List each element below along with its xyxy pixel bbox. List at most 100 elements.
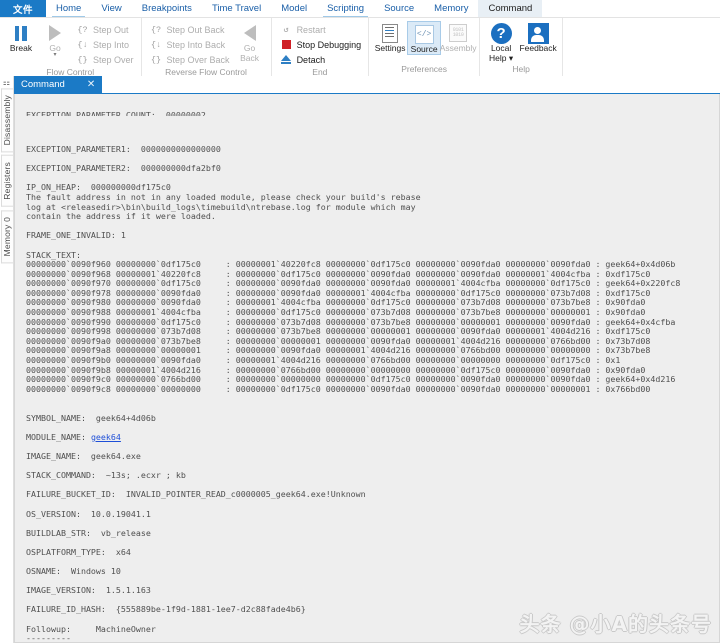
console-line: IMAGE_NAME: geek64.exe [26, 450, 141, 461]
ribbon-tab-breakpoints[interactable]: Breakpoints [132, 0, 202, 17]
go-back-label-line2: Back [240, 52, 260, 63]
assembly-binary-icon: 0101 1010 [449, 23, 468, 43]
source-button[interactable]: </> Source [407, 21, 442, 55]
workspace: ⚏ Disassembly Registers Memory 0 Command… [0, 76, 720, 643]
local-help-caret-icon[interactable]: ▾ [509, 53, 513, 63]
restart-icon: ↺ [283, 24, 289, 35]
command-output-console[interactable]: EXCEPTION_PARAMETER_COUNT: 00000002 EXCE… [14, 94, 720, 643]
document-area: Command ✕ EXCEPTION_PARAMETER_COUNT: 000… [14, 76, 720, 643]
ribbon-tab-view[interactable]: View [91, 0, 131, 17]
console-line: FAILURE_ID_HASH: {555889be-1f9d-1881-1ee… [26, 604, 306, 615]
ribbon-tab-source[interactable]: Source [374, 0, 424, 17]
debugger-window: 文件 Home View Breakpoints Time Travel Mod… [0, 0, 720, 643]
console-line: OSNAME: Windows 10 [26, 566, 121, 577]
close-icon[interactable]: ✕ [87, 79, 95, 90]
ribbon: Break Go ▾ {? Step Out {↓ Step Into {} S… [0, 18, 720, 77]
detach-label: Detach [296, 54, 326, 65]
feedback-person-icon [527, 22, 549, 44]
feedback-label: Feedback [519, 43, 557, 53]
document-tab-bar: Command ✕ [14, 76, 720, 94]
ribbon-tab-command[interactable]: Command [478, 0, 543, 17]
go-dropdown-caret-icon[interactable]: ▾ [53, 52, 56, 58]
file-menu-tab[interactable]: 文件 [0, 0, 46, 17]
restart-label: Restart [296, 24, 326, 35]
console-line: Followup: MachineOwner [26, 623, 156, 634]
ribbon-group-help: ? Local Help ▾ Feedback Help [480, 18, 564, 76]
question-mark-icon: ? [490, 22, 512, 44]
console-line: --------- [26, 633, 71, 643]
step-out-icon: {? [77, 24, 88, 35]
module-name-link[interactable]: geek64 [91, 432, 121, 442]
go-back-button[interactable]: Go Back [233, 21, 267, 63]
console-line: OS_VERSION: 10.0.19041.1 [26, 508, 151, 519]
ribbon-group-preferences: Settings </> Source 0101 1010 Assembly Pr… [369, 18, 481, 76]
module-name-label: MODULE_NAME: [26, 431, 91, 442]
stop-debugging-button[interactable]: Stop Debugging [276, 37, 365, 52]
console-line: FAILURE_BUCKET_ID: INVALID_POINTER_READ_… [26, 489, 366, 500]
console-line-module-name: MODULE_NAME: geek64 [26, 431, 719, 443]
console-lines: EXCEPTION_PARAMETER1: 0000000000000000 E… [26, 135, 719, 643]
question-glyph: ? [490, 22, 512, 44]
ribbon-tab-memory[interactable]: Memory [424, 0, 478, 17]
console-line: EXCEPTION_PARAMETER2: 000000000dfa2bf0 [26, 163, 221, 174]
console-line: IMAGE_VERSION: 1.5.1.163 [26, 585, 151, 596]
step-into-button[interactable]: {↓ Step Into [72, 37, 137, 52]
pause-icon [14, 23, 28, 43]
document-tab-command[interactable]: Command ✕ [14, 76, 103, 93]
detach-button[interactable]: Detach [276, 52, 365, 67]
stop-square-icon [279, 38, 294, 51]
ribbon-tab-bar: 文件 Home View Breakpoints Time Travel Mod… [0, 0, 720, 18]
go-button[interactable]: Go ▾ [38, 21, 72, 58]
step-out-button[interactable]: {? Step Out [72, 22, 137, 37]
eject-icon [279, 53, 294, 66]
go-back-label-line1: Go [243, 43, 256, 53]
settings-label: Settings [374, 43, 406, 53]
step-out-back-button[interactable]: {? Step Out Back [146, 22, 233, 37]
step-over-label: Step Over [93, 54, 134, 65]
break-button-label: Break [9, 43, 33, 53]
play-back-icon [243, 23, 256, 43]
ribbon-tab-model[interactable]: Model [271, 0, 317, 17]
step-over-button[interactable]: {} Step Over [72, 52, 137, 67]
local-help-button[interactable]: ? Local Help ▾ [484, 21, 518, 63]
sidebar-item-disassembly[interactable]: Disassembly [0, 88, 13, 153]
console-line: contain the address if it were loaded. [26, 211, 216, 222]
ribbon-tab-time-travel[interactable]: Time Travel [202, 0, 271, 17]
step-into-back-button[interactable]: {↓ Step Into Back [146, 37, 233, 52]
step-into-icon: {↓ [77, 39, 88, 50]
ribbon-group-flow-control: Break Go ▾ {? Step Out {↓ Step Into {} S… [0, 18, 142, 77]
break-button[interactable]: Break [4, 21, 38, 53]
step-out-back-label: Step Out Back [166, 24, 225, 35]
ribbon-filler [563, 18, 720, 76]
feedback-button[interactable]: Feedback [518, 21, 558, 53]
restart-button[interactable]: ↺ Restart [276, 22, 365, 37]
dock-pin-icon[interactable]: ⚏ [3, 78, 10, 87]
stop-debugging-label: Stop Debugging [296, 39, 362, 50]
step-into-back-icon: {↓ [150, 39, 162, 50]
source-code-glyph: </> [414, 24, 434, 44]
console-line: OSPLATFORM_TYPE: x64 [26, 546, 131, 557]
step-over-back-button[interactable]: {} Step Over Back [146, 52, 233, 67]
sidebar-item-memory-0[interactable]: Memory 0 [0, 210, 13, 264]
step-out-label: Step Out [93, 24, 129, 35]
console-line: BUILDLAB_STR: vb_release [26, 527, 151, 538]
console-line: EXCEPTION_PARAMETER1: 0000000000000000 [26, 143, 221, 154]
step-over-back-icon: {} [150, 54, 162, 65]
source-label: Source [410, 44, 438, 54]
console-clipped-line: EXCEPTION_PARAMETER_COUNT: 00000002 [26, 111, 206, 117]
step-into-back-label: Step Into Back [166, 39, 226, 50]
assembly-button[interactable]: 0101 1010 Assembly [440, 21, 477, 53]
ribbon-group-reverse-flow-control: {? Step Out Back {↓ Step Into Back {} St… [142, 18, 272, 77]
console-line: SYMBOL_NAME: geek64+4d06b [26, 412, 156, 423]
play-icon [49, 23, 61, 43]
local-help-label-line1: Local [490, 43, 512, 53]
settings-button[interactable]: Settings [373, 21, 407, 53]
document-tab-command-label: Command [21, 79, 65, 90]
left-dock-rail: ⚏ Disassembly Registers Memory 0 [0, 76, 14, 643]
console-line: FRAME_ONE_INVALID: 1 [26, 230, 126, 241]
ribbon-tab-scripting[interactable]: Scripting [317, 0, 374, 17]
ribbon-tab-home[interactable]: Home [46, 0, 91, 17]
sidebar-item-registers[interactable]: Registers [0, 155, 13, 208]
